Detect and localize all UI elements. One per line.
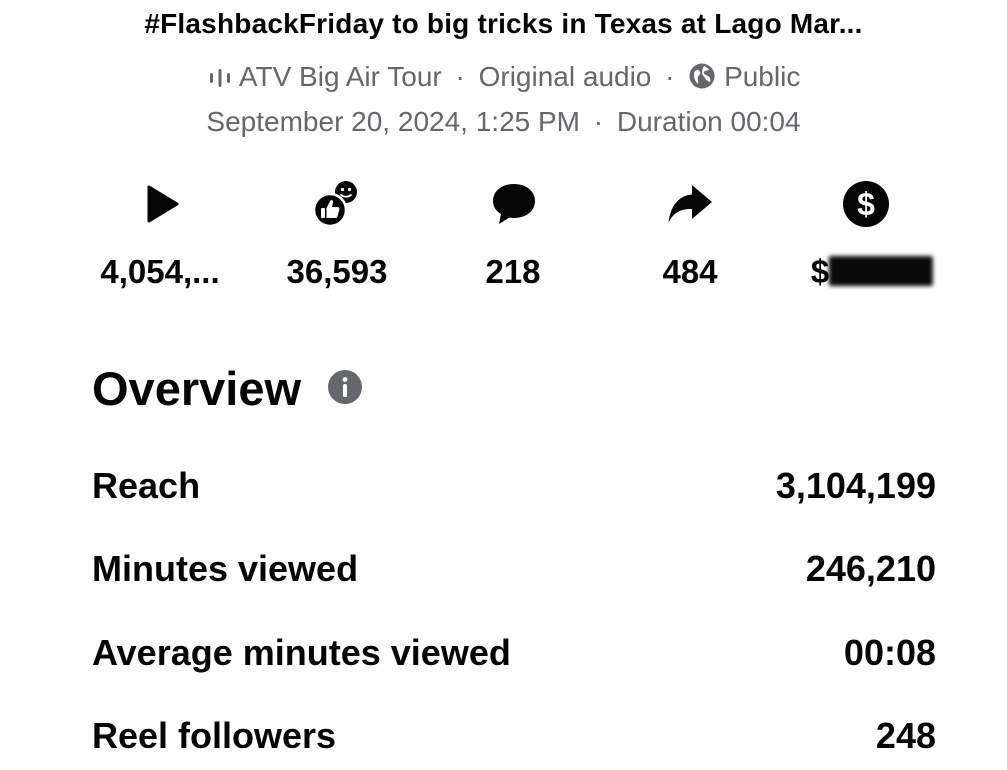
comments-count: 218 xyxy=(485,253,541,290)
metric-value: 00:08 xyxy=(843,632,936,673)
play-icon xyxy=(136,178,188,230)
meta-separator: · xyxy=(455,61,465,92)
metric-label: Minutes viewed xyxy=(92,548,359,589)
metric-row-minutes-viewed: Minutes viewed 246,210 xyxy=(92,548,936,598)
privacy-label: Public xyxy=(724,61,801,92)
meta-separator: · xyxy=(593,106,604,137)
post-meta-line: ATV Big Air Tour · Original audio · Publ… xyxy=(0,61,1007,97)
globe-icon xyxy=(688,62,716,97)
reactions-count: 36,593 xyxy=(286,253,388,290)
post-date-line: September 20, 2024, 1:25 PM · Duration 0… xyxy=(0,106,1007,138)
engagement-stats: $ 4,054,... 36,593 218 484 $ xyxy=(0,178,1007,298)
audio-waveform-icon xyxy=(207,65,233,97)
meta-separator: · xyxy=(665,61,675,92)
metric-label: Reach xyxy=(92,465,201,506)
comment-icon xyxy=(488,178,540,230)
shares-count: 484 xyxy=(662,253,718,290)
audio-type-label: Original audio xyxy=(478,61,652,92)
post-title: #FlashbackFriday to big tricks in Texas … xyxy=(144,8,863,39)
metric-row-average-minutes-viewed: Average minutes viewed 00:08 xyxy=(92,632,936,682)
views-count: 4,054,... xyxy=(100,253,220,290)
earnings-value: $ xyxy=(810,253,934,291)
redacted-amount xyxy=(829,256,934,286)
post-datetime: September 20, 2024, 1:25 PM xyxy=(206,106,580,137)
overview-heading: Overview xyxy=(92,362,302,415)
dollar-icon: $ xyxy=(840,178,892,230)
currency-symbol: $ xyxy=(810,253,830,290)
metric-row-reel-followers: Reel followers 248 xyxy=(92,715,936,765)
post-duration: Duration 00:04 xyxy=(616,106,801,137)
metric-value: 248 xyxy=(875,715,936,756)
metric-value: 246,210 xyxy=(805,548,936,589)
metric-label: Average minutes viewed xyxy=(92,632,511,673)
share-icon xyxy=(664,178,716,230)
metric-value: 3,104,199 xyxy=(775,465,936,506)
audio-owner-link[interactable]: ATV Big Air Tour xyxy=(239,61,442,92)
metric-label: Reel followers xyxy=(92,715,337,756)
reactions-icon xyxy=(310,178,362,230)
svg-text:$: $ xyxy=(857,186,875,222)
reel-insights-page: #FlashbackFriday to big tricks in Texas … xyxy=(0,0,1007,770)
metric-row-reach: Reach 3,104,199 xyxy=(92,465,936,515)
info-icon[interactable] xyxy=(327,369,363,405)
